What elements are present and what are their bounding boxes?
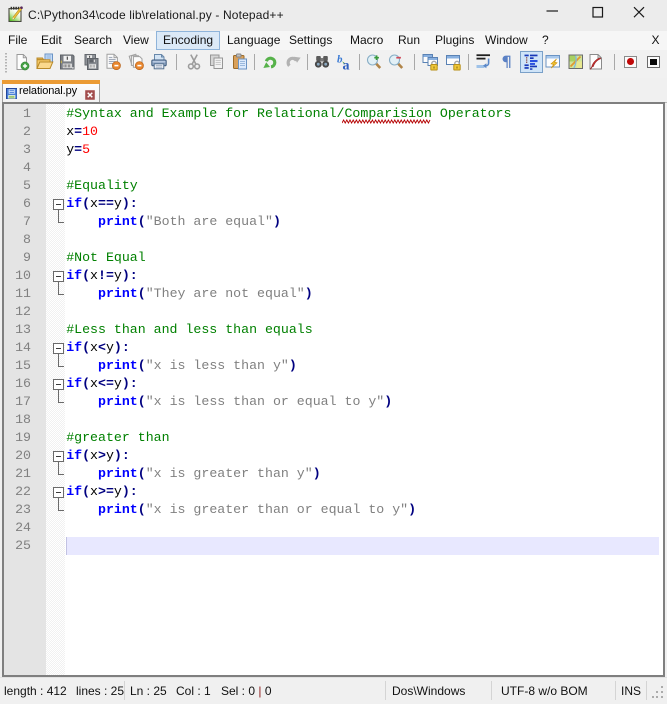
svg-text:a: a <box>343 59 350 72</box>
